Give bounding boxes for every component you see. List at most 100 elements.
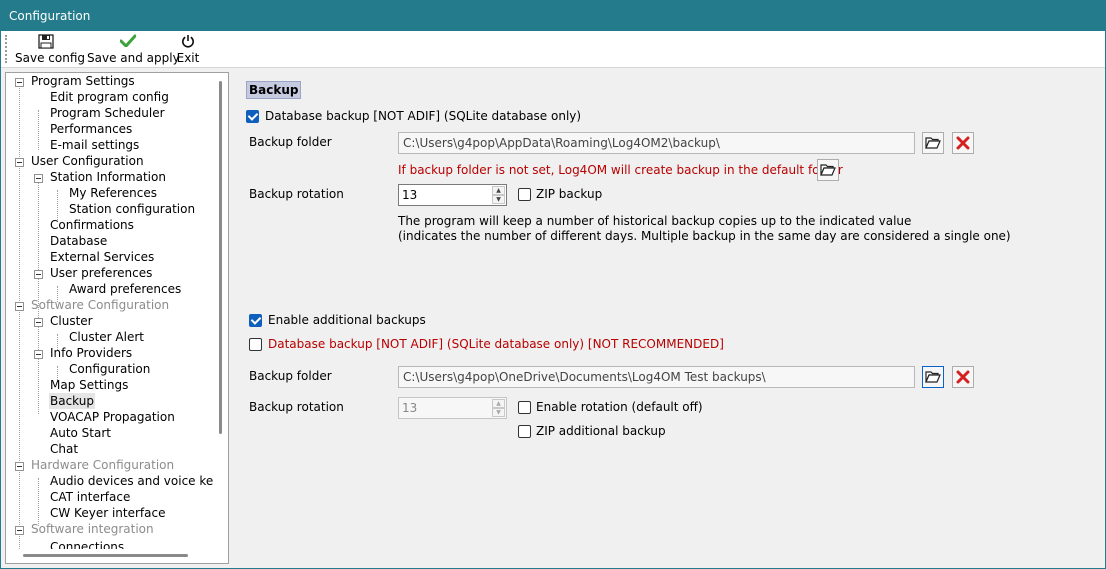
toolbar-grip[interactable] [5, 35, 7, 63]
spinner-up-icon[interactable]: ▲ [492, 186, 505, 195]
tree-node-cat-interface[interactable]: CAT interface [50, 489, 130, 505]
database-backup-checkbox[interactable] [246, 110, 259, 123]
backup-rotation-label: Backup rotation [249, 187, 344, 201]
zip-additional-backup-checkbox[interactable] [518, 425, 531, 438]
browse-default-folder-button[interactable] [817, 159, 839, 181]
tree-collapse-icon[interactable] [15, 78, 24, 87]
tree-collapse-icon[interactable] [34, 350, 43, 359]
tree-node-info-providers[interactable]: Info Providers [50, 345, 132, 361]
backup-folder-warning: If backup folder is not set, Log4OM will… [398, 163, 843, 177]
browse-additional-folder-button[interactable] [922, 366, 944, 388]
additional-database-backup-label: Database backup [NOT ADIF] (SQLite datab… [268, 337, 724, 351]
tree-node-confirmations[interactable]: Confirmations [50, 217, 134, 233]
enable-rotation-label: Enable rotation (default off) [536, 400, 703, 414]
tree-line [38, 478, 39, 526]
zip-additional-backup-label: ZIP additional backup [536, 424, 666, 438]
exit-button[interactable]: Exit [175, 34, 201, 66]
tree-node-auto-start[interactable]: Auto Start [50, 425, 111, 441]
save-and-apply-label: Save and apply [87, 51, 180, 65]
tree-node-program-scheduler[interactable]: Program Scheduler [50, 105, 165, 121]
tree-node-audio-devices[interactable]: Audio devices and voice keyer [50, 473, 213, 489]
tree-node-program-settings[interactable]: Program Settings [31, 73, 135, 89]
tree-node-cluster[interactable]: Cluster [50, 313, 93, 329]
open-folder-icon [820, 163, 836, 180]
tree-collapse-icon[interactable] [34, 270, 43, 279]
additional-backup-rotation-spinner[interactable]: 13 ▲ ▼ [398, 397, 507, 419]
spinner-down-icon[interactable]: ▼ [492, 408, 505, 417]
green-checkmark-icon [87, 34, 169, 51]
tree-node-external-services[interactable]: External Services [50, 249, 154, 265]
save-config-button[interactable]: Save config [15, 34, 85, 66]
tree-node-station-information[interactable]: Station Information [50, 169, 166, 185]
additional-backup-rotation-label: Backup rotation [249, 400, 344, 414]
tree-collapse-icon[interactable] [15, 526, 24, 535]
tree-node-user-preferences[interactable]: User preferences [50, 265, 152, 281]
tree-node-user-configuration[interactable]: User Configuration [31, 153, 144, 169]
tree-horizontal-scrollbar[interactable] [6, 549, 213, 563]
tree-horizontal-scroll-thumb[interactable] [23, 554, 188, 557]
tree-node-cluster-alert[interactable]: Cluster Alert [69, 329, 144, 345]
settings-tree: Program Settings Edit program config Pro… [5, 72, 229, 564]
tree-node-award-preferences[interactable]: Award preferences [69, 281, 181, 297]
red-x-icon [956, 136, 970, 153]
browse-folder-button[interactable] [922, 132, 944, 154]
tree-node-performances[interactable]: Performances [50, 121, 132, 137]
tree-node-configuration[interactable]: Configuration [69, 361, 150, 377]
open-folder-icon [925, 136, 941, 153]
tree-node-hardware-configuration[interactable]: Hardware Configuration [31, 457, 174, 473]
tree-collapse-icon[interactable] [15, 158, 24, 167]
tree-node-my-references[interactable]: My References [69, 185, 157, 201]
tree-node-cw-keyer-interface[interactable]: CW Keyer interface [50, 505, 165, 521]
tree-node-station-configuration[interactable]: Station configuration [69, 201, 195, 217]
tree-node-email-settings[interactable]: E-mail settings [50, 137, 139, 153]
tree-collapse-icon[interactable] [15, 462, 24, 471]
exit-label: Exit [176, 51, 200, 65]
configuration-window: Save config Save and apply Exit Program … [0, 31, 1106, 569]
open-folder-icon [925, 370, 941, 387]
tree-collapse-icon[interactable] [34, 318, 43, 327]
tree-collapse-icon[interactable] [34, 174, 43, 183]
tree-node-chat[interactable]: Chat [50, 441, 78, 457]
tree-node-voacap-propagation[interactable]: VOACAP Propagation [50, 409, 175, 425]
backup-rotation-spinner[interactable]: 13 ▲ ▼ [398, 184, 507, 206]
tree-node-software-integration[interactable]: Software integration [31, 521, 154, 537]
backup-folder-input[interactable]: C:\Users\g4pop\AppData\Roaming\Log4OM2\b… [398, 132, 915, 154]
backup-rotation-value: 13 [402, 188, 418, 202]
tree-vertical-scrollbar[interactable] [213, 73, 228, 549]
rotation-info-line-2: (indicates the number of different days.… [398, 229, 1011, 243]
additional-backup-folder-label: Backup folder [249, 369, 332, 383]
tree-node-software-configuration[interactable]: Software Configuration [31, 297, 169, 313]
tree-collapse-icon[interactable] [15, 302, 24, 311]
tree-node-backup[interactable]: Backup [49, 393, 95, 409]
window-title: Configuration [0, 0, 1106, 31]
spinner-down-icon[interactable]: ▼ [492, 195, 505, 204]
enable-additional-backups-checkbox[interactable] [249, 314, 262, 327]
zip-backup-checkbox[interactable] [518, 188, 531, 201]
tree-vertical-scroll-thumb[interactable] [219, 81, 222, 434]
save-config-label: Save config [15, 51, 85, 65]
database-backup-label: Database backup [NOT ADIF] (SQLite datab… [265, 109, 582, 123]
zip-backup-label: ZIP backup [536, 187, 603, 201]
additional-database-backup-checkbox[interactable] [249, 338, 262, 351]
additional-backup-folder-input[interactable]: C:\Users\g4pop\OneDrive\Documents\Log4OM… [398, 366, 915, 388]
tree-line [19, 83, 20, 549]
tree-viewport: Program Settings Edit program config Pro… [6, 73, 213, 549]
clear-folder-button[interactable] [952, 132, 974, 154]
backup-folder-label: Backup folder [249, 135, 332, 149]
enable-rotation-checkbox[interactable] [518, 401, 531, 414]
tree-node-edit-program-config[interactable]: Edit program config [50, 89, 169, 105]
additional-backup-rotation-value: 13 [402, 401, 418, 415]
enable-additional-backups-label: Enable additional backups [268, 313, 426, 327]
save-and-apply-button[interactable]: Save and apply [87, 34, 180, 66]
clear-additional-folder-button[interactable] [952, 366, 974, 388]
tree-node-connections[interactable]: Connections [50, 539, 124, 549]
tree-node-map-settings[interactable]: Map Settings [50, 377, 128, 393]
section-title-backup: Backup [246, 81, 302, 99]
tree-line [38, 318, 39, 414]
backup-settings-panel: Backup Database backup [NOT ADIF] (SQLit… [230, 68, 1105, 568]
tree-node-database[interactable]: Database [50, 233, 107, 249]
floppy-disk-icon [15, 34, 77, 51]
tree-line [38, 110, 39, 150]
spinner-up-icon[interactable]: ▲ [492, 399, 505, 408]
toolbar: Save config Save and apply Exit [1, 31, 1105, 68]
